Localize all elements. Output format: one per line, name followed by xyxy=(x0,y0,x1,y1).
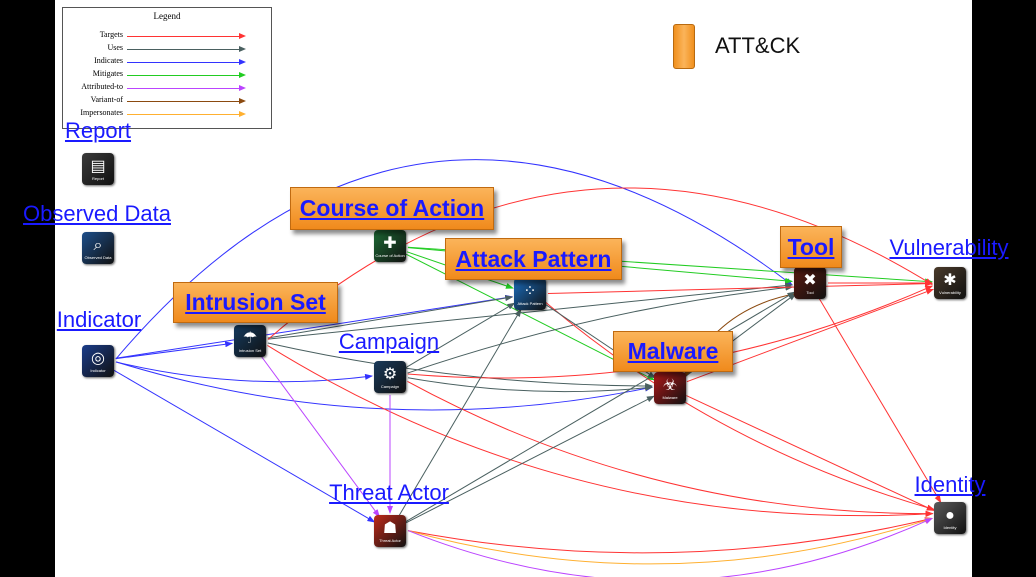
node-link-campaign[interactable]: Campaign xyxy=(339,329,439,355)
icon-caption: Report xyxy=(91,175,104,181)
attck-legend-label: ATT&CK xyxy=(715,33,801,58)
legend: Legend Targets Uses Indicates Mitigates … xyxy=(62,7,272,129)
node-link[interactable]: Attack Pattern xyxy=(456,246,612,273)
legend-line xyxy=(127,36,239,37)
spy-icon[interactable]: ☗ Threat Actor xyxy=(374,515,406,547)
legend-item: Mitigates xyxy=(63,69,271,82)
legend-item: Uses xyxy=(63,43,271,56)
legend-item: Variant-of xyxy=(63,95,271,108)
bug-icon[interactable]: ✱ Vulnerability xyxy=(934,267,966,299)
node-link-threat-actor[interactable]: Threat Actor xyxy=(329,480,449,506)
edge-targets xyxy=(545,302,936,511)
icon-caption: Indicator xyxy=(90,367,106,373)
node-link[interactable]: Intrusion Set xyxy=(185,289,326,316)
edge-uses xyxy=(405,291,796,523)
report-icon[interactable]: ▤ Report xyxy=(82,153,114,185)
icon-caption: Identity xyxy=(943,524,957,530)
legend-line xyxy=(127,101,239,102)
node-link-report[interactable]: Report xyxy=(65,118,131,144)
legend-line xyxy=(127,62,239,63)
legend-line xyxy=(127,75,239,76)
legend-item-label: Indicates xyxy=(94,56,123,65)
legend-line xyxy=(127,114,239,115)
legend-item: Attributed-to xyxy=(63,82,271,95)
cannon-icon[interactable]: ⚙ Campaign xyxy=(374,361,406,393)
attck-label-box-attack-pattern[interactable]: Attack Pattern xyxy=(445,238,622,280)
legend-item-label: Impersonates xyxy=(80,108,123,117)
arrowhead-icon xyxy=(239,46,246,52)
node-link-indicator[interactable]: Indicator xyxy=(57,307,141,333)
attck-swatch xyxy=(673,24,695,69)
person-icon[interactable]: ● Identity xyxy=(934,502,966,534)
edge-uses xyxy=(407,284,794,374)
edge-targets xyxy=(407,517,933,554)
umbrella-icon[interactable]: ☂ Intrusion Set xyxy=(234,325,266,357)
biohazard-icon[interactable]: ☣ Malware xyxy=(654,372,686,404)
edge-uses xyxy=(407,377,654,393)
icon-caption: Campaign xyxy=(380,383,400,389)
icon-caption: Malware xyxy=(662,394,678,400)
legend-line xyxy=(127,49,239,50)
icon-caption: Attack Pattern xyxy=(517,300,543,306)
legend-item: Targets xyxy=(63,30,271,43)
first-aid-kit-icon[interactable]: ✚ Course of Action xyxy=(374,230,406,262)
arrowhead-icon xyxy=(239,111,246,117)
attack-pattern-icon[interactable]: ⁘ Attack Pattern xyxy=(514,278,546,310)
edge-attributed-to xyxy=(407,517,933,577)
node-link[interactable]: Tool xyxy=(788,234,835,261)
icon-caption: Intrusion Set xyxy=(238,347,262,353)
attck-label-box-malware[interactable]: Malware xyxy=(613,331,733,372)
node-link-identity[interactable]: Identity xyxy=(915,472,986,498)
edge-indicates xyxy=(115,341,234,360)
arrowhead-icon xyxy=(239,85,246,91)
arrowhead-icon xyxy=(239,59,246,65)
icon-caption: Tool xyxy=(806,289,814,295)
edge-targets xyxy=(686,395,935,511)
edge-indicates xyxy=(115,361,374,383)
fingerprint-icon[interactable]: ◎ Indicator xyxy=(82,345,114,377)
magnifier-icon[interactable]: ⌕ Observed Data xyxy=(82,232,114,264)
icon-caption: Vulnerability xyxy=(939,289,961,295)
arrowhead-icon xyxy=(239,72,246,78)
legend-item-label: Attributed-to xyxy=(81,82,123,91)
legend-line xyxy=(127,88,239,89)
node-link-vulnerability[interactable]: Vulnerability xyxy=(889,235,1008,261)
icon-caption: Observed Data xyxy=(84,254,112,260)
arrowhead-icon xyxy=(239,33,246,39)
node-link-observed-data[interactable]: Observed Data xyxy=(23,201,171,227)
icon-caption: Course of Action xyxy=(375,252,405,258)
node-link[interactable]: Course of Action xyxy=(300,195,484,222)
attck-label-box-course-of-action[interactable]: Course of Action xyxy=(290,187,494,230)
attck-label-box-intrusion-set[interactable]: Intrusion Set xyxy=(173,282,338,323)
attck-label-box-tool[interactable]: Tool xyxy=(780,226,842,268)
icon-caption: Threat Actor xyxy=(379,537,401,543)
legend-item-label: Mitigates xyxy=(92,69,123,78)
legend-item-label: Variant-of xyxy=(90,95,123,104)
node-link[interactable]: Malware xyxy=(628,338,719,365)
legend-title: Legend xyxy=(153,11,181,21)
arrowhead-icon xyxy=(239,98,246,104)
tools-icon[interactable]: ✖ Tool xyxy=(794,267,826,299)
legend-item-label: Uses xyxy=(107,43,123,52)
edge-targets xyxy=(547,280,934,295)
legend-item: Indicates xyxy=(63,56,271,69)
legend-item-label: Targets xyxy=(99,30,123,39)
